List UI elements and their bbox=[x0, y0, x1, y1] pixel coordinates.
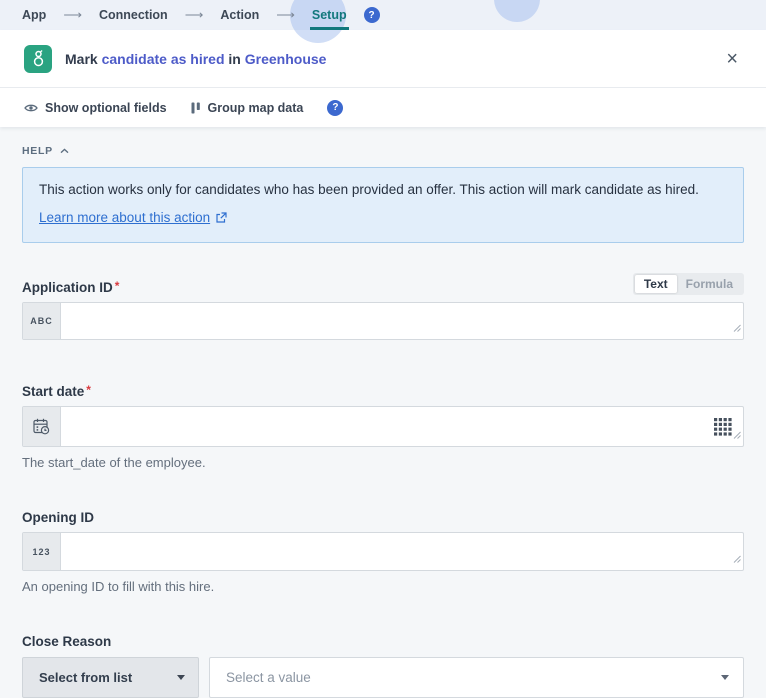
field-close-reason: Close Reason Select from list Select a v… bbox=[22, 634, 744, 698]
group-bars-icon bbox=[191, 102, 201, 114]
opening-id-input[interactable] bbox=[61, 533, 743, 570]
help-message: This action works only for candidates wh… bbox=[39, 181, 727, 199]
show-optional-fields-label: Show optional fields bbox=[45, 101, 167, 115]
text-type-prefix: ABC bbox=[23, 303, 61, 339]
caret-down-icon bbox=[721, 675, 729, 680]
label-text: Start date bbox=[22, 384, 84, 399]
required-marker: * bbox=[86, 383, 91, 397]
show-optional-fields-button[interactable]: Show optional fields bbox=[24, 101, 167, 115]
page-title: Mark candidate as hired in Greenhouse bbox=[65, 51, 326, 67]
close-reason-value-select[interactable]: Select a value bbox=[209, 657, 744, 698]
start-date-input[interactable] bbox=[61, 407, 743, 446]
opening-id-hint: An opening ID to fill with this hire. bbox=[22, 579, 744, 594]
breadcrumb-item-setup[interactable]: Setup bbox=[312, 8, 347, 22]
field-opening-id: Opening ID 123 An opening ID to fill wit… bbox=[22, 510, 744, 594]
help-icon[interactable]: ? bbox=[364, 7, 380, 23]
toolbar: Show optional fields Group map data ? bbox=[0, 88, 766, 127]
start-date-hint: The start_date of the employee. bbox=[22, 455, 744, 470]
application-id-input[interactable] bbox=[61, 303, 743, 339]
help-section-label: HELP bbox=[22, 145, 53, 157]
opening-id-label: Opening ID bbox=[22, 510, 94, 525]
label-text: Close Reason bbox=[22, 634, 111, 649]
toggle-formula-option[interactable]: Formula bbox=[677, 275, 742, 293]
help-section-toggle[interactable]: HELP bbox=[22, 145, 69, 157]
arrow-right-icon: ⟶ bbox=[63, 7, 82, 23]
breadcrumb-item-action[interactable]: Action bbox=[220, 8, 259, 22]
toggle-text-option[interactable]: Text bbox=[635, 275, 677, 293]
arrow-right-icon: ⟶ bbox=[185, 7, 204, 23]
title-app-link[interactable]: Greenhouse bbox=[245, 51, 327, 67]
close-icon[interactable]: × bbox=[722, 47, 742, 71]
breadcrumb: App ⟶ Connection ⟶ Action ⟶ Setup ? bbox=[0, 0, 766, 30]
source-select-value: Select from list bbox=[39, 670, 132, 685]
calendar-clock-icon bbox=[23, 407, 61, 446]
external-link-icon bbox=[215, 212, 227, 224]
eye-icon bbox=[24, 103, 38, 113]
greenhouse-icon bbox=[24, 45, 52, 73]
learn-more-link[interactable]: Learn more about this action bbox=[39, 210, 227, 225]
number-type-prefix: 123 bbox=[23, 533, 61, 570]
title-action-link[interactable]: candidate as hired bbox=[102, 51, 225, 67]
caret-down-icon bbox=[177, 675, 185, 680]
field-start-date: Start date* bbox=[22, 384, 744, 470]
title-part: in bbox=[228, 51, 240, 67]
breadcrumb-item-connection[interactable]: Connection bbox=[99, 8, 168, 22]
action-panel: Mark candidate as hired in Greenhouse × … bbox=[0, 30, 766, 127]
close-reason-source-select[interactable]: Select from list bbox=[22, 657, 199, 698]
panel-header: Mark candidate as hired in Greenhouse × bbox=[0, 30, 766, 88]
start-date-label: Start date* bbox=[22, 384, 91, 399]
breadcrumb-item-app[interactable]: App bbox=[22, 8, 46, 22]
title-part: Mark bbox=[65, 51, 98, 67]
help-icon[interactable]: ? bbox=[327, 100, 343, 116]
group-map-data-button[interactable]: Group map data bbox=[191, 101, 304, 115]
setup-form: HELP This action works only for candidat… bbox=[0, 127, 766, 698]
help-callout: This action works only for candidates wh… bbox=[22, 167, 744, 243]
label-text: Application ID bbox=[22, 280, 113, 295]
datepicker-grid-icon[interactable] bbox=[714, 418, 732, 436]
text-formula-toggle: Text Formula bbox=[633, 273, 744, 295]
chevron-up-icon bbox=[60, 148, 69, 154]
group-map-data-label: Group map data bbox=[208, 101, 304, 115]
label-text: Opening ID bbox=[22, 510, 94, 525]
value-select-placeholder: Select a value bbox=[226, 670, 311, 685]
learn-more-label: Learn more about this action bbox=[39, 210, 210, 225]
field-application-id: Application ID* Text Formula ABC bbox=[22, 273, 744, 340]
required-marker: * bbox=[115, 279, 120, 293]
close-reason-label: Close Reason bbox=[22, 634, 111, 649]
arrow-right-icon: ⟶ bbox=[276, 7, 295, 23]
application-id-label: Application ID* bbox=[22, 280, 119, 295]
